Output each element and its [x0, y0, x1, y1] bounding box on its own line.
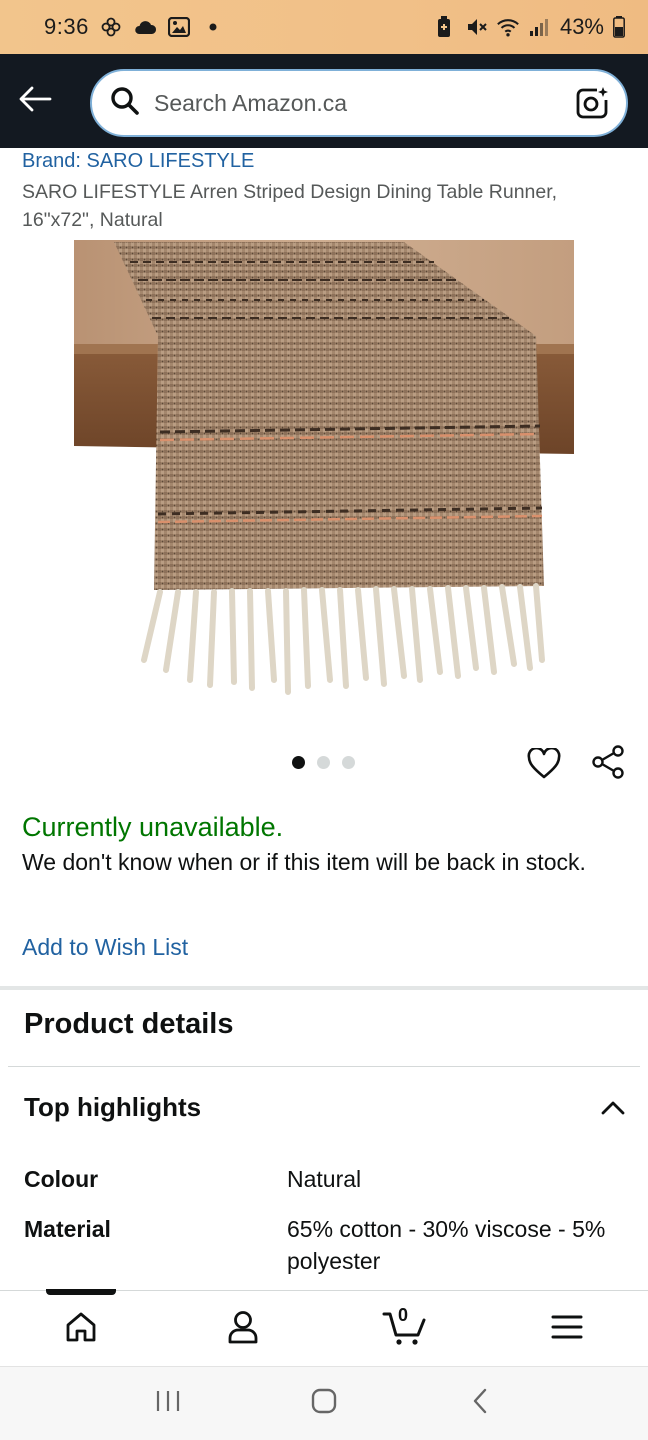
cart-count: 0 [398, 1305, 409, 1325]
top-highlights-toggle[interactable]: Top highlights [24, 1092, 628, 1123]
image-carousel-dots[interactable] [292, 756, 355, 769]
carousel-dot[interactable] [342, 756, 355, 769]
nav-account[interactable] [162, 1291, 324, 1367]
recents-icon [155, 1389, 181, 1418]
wifi-icon [496, 15, 520, 39]
availability-status: Currently unavailable. [22, 812, 284, 842]
home-icon [64, 1311, 98, 1348]
nav-home[interactable] [0, 1291, 162, 1367]
search-header: Search Amazon.ca [0, 54, 648, 148]
battery-percent: 43% [559, 14, 604, 39]
bottom-nav: 0 [0, 1289, 648, 1367]
spec-value: Natural [287, 1166, 362, 1192]
back-chevron-icon [471, 1387, 489, 1420]
add-to-wish-list-link[interactable]: Add to Wish List [22, 934, 188, 961]
status-left: 9:36 [44, 14, 225, 40]
divider [8, 1066, 640, 1067]
home-circle-icon [310, 1387, 338, 1420]
nav-menu[interactable] [486, 1291, 648, 1367]
product-image[interactable] [74, 240, 574, 700]
spec-key: Colour [24, 1166, 99, 1192]
share-icon[interactable] [588, 742, 628, 782]
camera-search-icon[interactable] [572, 83, 612, 123]
home-button[interactable] [294, 1374, 354, 1434]
back-button[interactable] [0, 54, 70, 148]
spec-row-material: Material 65% cotton - 30% viscose - 5% p… [24, 1213, 624, 1277]
account-icon [227, 1310, 259, 1349]
carousel-dot[interactable] [292, 756, 305, 769]
brand-link[interactable]: Brand: SARO LIFESTYLE [22, 150, 254, 173]
mute-icon [464, 15, 488, 39]
menu-icon [551, 1314, 583, 1345]
android-nav-bar [0, 1366, 648, 1440]
chevron-up-icon[interactable] [598, 1093, 628, 1123]
back-button-system[interactable] [450, 1374, 510, 1434]
search-icon [110, 86, 140, 121]
stock-message: We don't know when or if this item will … [22, 849, 586, 875]
image-icon [167, 15, 191, 39]
spec-value: 65% cotton - 30% viscose - 5% polyester [287, 1216, 606, 1274]
status-right: 43% [432, 14, 626, 40]
arrow-left-icon [18, 86, 52, 117]
search-input[interactable]: Search Amazon.ca [90, 69, 628, 137]
battery-saver-icon [432, 15, 456, 39]
table-runner-photo [74, 240, 574, 695]
status-time: 9:36 [44, 14, 89, 39]
search-placeholder: Search Amazon.ca [154, 89, 348, 116]
cloud-icon [133, 15, 157, 39]
signal-icon [528, 15, 552, 39]
top-highlights-title: Top highlights [24, 1092, 202, 1122]
product-title: SARO LIFESTYLE Arren Striped Design Dini… [22, 181, 558, 231]
spec-row-colour: Colour Natural [24, 1163, 624, 1195]
carousel-dot[interactable] [317, 756, 330, 769]
section-divider [0, 986, 648, 990]
pinwheel-icon [99, 15, 123, 39]
heart-icon[interactable] [524, 744, 564, 784]
battery-icon [612, 15, 626, 39]
status-bar: 9:36 43% [0, 0, 648, 54]
dot-icon [201, 15, 225, 39]
nav-cart[interactable]: 0 [324, 1291, 486, 1367]
product-details-heading: Product details [24, 1008, 234, 1040]
recents-button[interactable] [138, 1374, 198, 1434]
spec-key: Material [24, 1216, 111, 1242]
